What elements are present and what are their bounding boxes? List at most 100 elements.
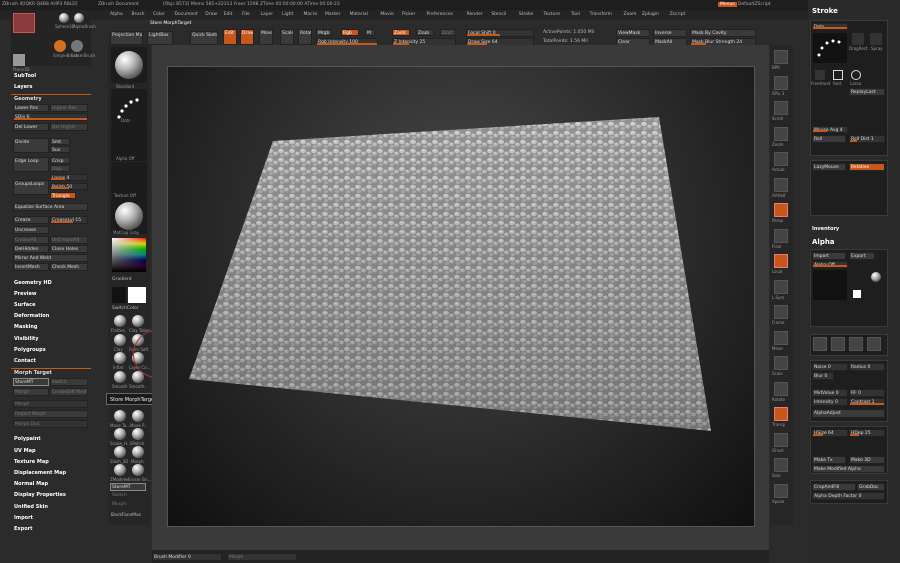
- menu-item-movie[interactable]: Movie: [380, 12, 393, 17]
- morph-shelf-label[interactable]: Morph: [112, 502, 126, 507]
- preview-header[interactable]: Preview: [14, 291, 37, 297]
- menu-item-tool[interactable]: Tool: [571, 12, 580, 17]
- flip-v-icon[interactable]: [831, 337, 845, 351]
- tool-spix-3-button[interactable]: [774, 75, 788, 90]
- menu-item-material[interactable]: Material: [350, 12, 368, 17]
- check-mesh-button[interactable]: Check Mesh: [50, 263, 88, 271]
- script-name[interactable]: DefaultZScript: [738, 2, 771, 7]
- relative-button[interactable]: Relative: [849, 163, 885, 171]
- tool-frame-button[interactable]: [774, 305, 788, 319]
- mrgb-button[interactable]: Mrgb: [316, 29, 332, 36]
- tool-rotate-button[interactable]: [774, 381, 788, 396]
- draw-button[interactable]: Draw: [240, 29, 254, 45]
- normal-map-header[interactable]: Normal Map: [14, 481, 48, 487]
- crease-button[interactable]: Crease: [13, 216, 49, 224]
- mid-value-slider[interactable]: MidValue 0: [812, 389, 848, 397]
- alpha-export-button[interactable]: Export: [849, 252, 875, 260]
- triangle-toggle[interactable]: Triangle: [50, 192, 76, 199]
- scale-button[interactable]: Scale: [280, 29, 294, 45]
- tool-ghost-button[interactable]: [774, 432, 788, 447]
- polygroups-header[interactable]: Polygroups: [14, 347, 46, 353]
- alpha-preview[interactable]: [813, 270, 847, 300]
- menu-item-preferences[interactable]: Preferences: [427, 12, 453, 17]
- slash-brush-icon[interactable]: [114, 446, 126, 458]
- morph-brush-icon[interactable]: [132, 446, 144, 458]
- menu-item-layer[interactable]: Layer: [261, 12, 274, 17]
- roll-dist-slider[interactable]: Roll Dist 1: [849, 135, 885, 143]
- stroke-preview[interactable]: [813, 33, 847, 63]
- menu-item-document[interactable]: Document: [175, 12, 198, 17]
- standard-brush-thumb[interactable]: [111, 47, 147, 83]
- projection-master-button[interactable]: Projection Master: [110, 31, 143, 45]
- groups-loops-button[interactable]: GroupsLoops: [13, 180, 49, 195]
- crop-and-fill-button[interactable]: CropAndFill: [812, 483, 856, 491]
- switch-shelf-label[interactable]: Switch: [112, 493, 127, 498]
- del-lower-button[interactable]: Del Lower: [13, 123, 49, 131]
- eraserbrush-thumb[interactable]: [71, 40, 83, 52]
- rgb-button[interactable]: Rgb: [341, 29, 359, 36]
- dots-selector[interactable]: Dots: [812, 23, 848, 30]
- focal-shift-slider[interactable]: Focal Shift 0: [466, 29, 534, 37]
- project-morph-button[interactable]: Project Morph: [13, 410, 88, 418]
- hdep-slider[interactable]: HDep 25: [849, 429, 885, 437]
- uncrease-all-button[interactable]: UnCreaseAll: [50, 236, 88, 244]
- geometry-hd-header[interactable]: Geometry HD: [14, 280, 52, 286]
- alphabrush-thumb[interactable]: [74, 13, 84, 23]
- tool-transp-button[interactable]: [774, 407, 788, 421]
- alpha-swatch-white[interactable]: [853, 290, 861, 298]
- deformation-header[interactable]: Deformation: [14, 313, 49, 319]
- sdiv-slider[interactable]: SDiv 6: [13, 113, 88, 121]
- plane3d-thumb[interactable]: [13, 54, 25, 66]
- divide-button[interactable]: Divide: [13, 138, 49, 153]
- make-3d-button[interactable]: Make 3D: [849, 456, 885, 464]
- menu-item-marker[interactable]: Marker: [325, 12, 341, 17]
- matcap-gray-thumb[interactable]: [111, 198, 147, 234]
- lasso-icon[interactable]: [851, 70, 861, 80]
- main-color-swatch[interactable]: [128, 287, 146, 303]
- quick-sketch-button[interactable]: Quick Sketch: [190, 31, 218, 45]
- create-diff-mesh-button[interactable]: CreateDiff Mesh: [50, 388, 88, 396]
- menu-item-picker[interactable]: Picker: [402, 12, 415, 17]
- tool-xpose-button[interactable]: [774, 483, 788, 498]
- invert-alpha-icon[interactable]: [867, 337, 881, 351]
- menu-item-file[interactable]: File: [242, 12, 250, 17]
- menu-item-render[interactable]: Render: [467, 12, 483, 17]
- menu-item-zscript[interactable]: Zscript: [670, 12, 686, 17]
- rotate-button[interactable]: Rotate: [298, 29, 312, 45]
- viewport[interactable]: [167, 66, 755, 527]
- zadd-button[interactable]: Zadd: [392, 29, 410, 36]
- menu-item-texture[interactable]: Texture: [544, 12, 560, 17]
- menu-item-brush[interactable]: Brush: [132, 12, 145, 17]
- menu-item-zplugin[interactable]: Zplugin: [642, 12, 659, 17]
- intensity-slider[interactable]: Intensity 0: [812, 398, 848, 406]
- alpha-import-button[interactable]: Import: [812, 252, 846, 260]
- unified-skin-header[interactable]: Unified Skin: [14, 504, 48, 510]
- noise-slider[interactable]: Noise 0: [812, 363, 848, 371]
- crisp-button[interactable]: Crisp: [50, 157, 70, 164]
- uv-map-header[interactable]: UV Map: [14, 448, 36, 454]
- del-higher-button[interactable]: Del Higher: [50, 123, 88, 131]
- surface-header[interactable]: Surface: [14, 302, 36, 308]
- snake-hook-brush-icon[interactable]: [114, 428, 126, 440]
- bottom-morph-slider[interactable]: Morph: [227, 553, 297, 561]
- geometry-header[interactable]: Geometry: [14, 96, 42, 102]
- morph-target-header[interactable]: Morph Target: [14, 370, 52, 376]
- menu-item-alpha[interactable]: Alpha: [110, 12, 123, 17]
- eraser-brush-icon[interactable]: [132, 464, 144, 476]
- alpha-off-selector[interactable]: Alpha Off: [812, 261, 848, 268]
- tool-floor-button[interactable]: [774, 228, 788, 243]
- crease-level-slider[interactable]: CreaseLvl 15: [50, 216, 88, 224]
- store-mt-button[interactable]: StoreMT: [13, 378, 49, 386]
- rf-slider[interactable]: RF 0: [849, 389, 885, 397]
- menus-toggle[interactable]: Menus: [718, 2, 737, 7]
- make-modified-alpha-button[interactable]: Make Modified Alpha: [812, 465, 885, 473]
- disp-button[interactable]: Disp: [50, 165, 70, 172]
- flip-h-icon[interactable]: [813, 337, 827, 351]
- secondary-color-swatch[interactable]: [112, 287, 126, 303]
- alpha-header[interactable]: Alpha: [812, 238, 835, 246]
- make-tx-button[interactable]: Make Tx: [812, 456, 846, 464]
- tool-bpr-button[interactable]: [774, 50, 788, 64]
- alpha-sphere-thumb[interactable]: [871, 272, 881, 282]
- menu-item-draw[interactable]: Draw: [205, 12, 217, 17]
- tool-persp-button[interactable]: [774, 203, 788, 217]
